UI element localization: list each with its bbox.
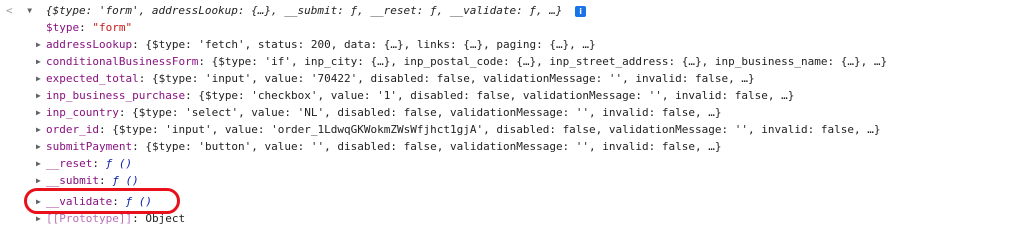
expand-triangle-right-icon[interactable]: ▶	[36, 53, 46, 70]
property-key: addressLookup	[46, 38, 133, 51]
expand-triangle-right-icon[interactable]: ▶	[36, 138, 46, 155]
tree-row-conditionalBusinessForm[interactable]: ▶ conditionalBusinessForm: {$type: 'if', …	[36, 53, 887, 70]
info-icon[interactable]: i	[575, 5, 587, 17]
tree-row-inp_country[interactable]: ▶ inp_country: {$type: 'select', value: '…	[36, 104, 722, 121]
object-summary: {$type: 'form', addressLookup: {…}, __su…	[45, 4, 563, 17]
expand-triangle-right-icon[interactable]: ▶	[36, 87, 46, 104]
console-result-icon: <	[6, 4, 13, 17]
tree-row-reset[interactable]: ▶ __reset: ƒ ()	[36, 155, 132, 172]
property-preview: : {$type: 'button', value: '', disabled:…	[132, 140, 722, 153]
property-preview: : {$type: 'input', value: 'order_1LdwqGK…	[98, 123, 881, 136]
property-preview: : {$type: 'select', value: 'NL', disable…	[118, 106, 722, 119]
type-property: $type: "form"	[46, 21, 133, 34]
function-value: ƒ ()	[112, 174, 139, 187]
tree-row-addressLookup[interactable]: ▶ addressLookup: {$type: 'fetch', status:…	[36, 36, 596, 53]
tree-row-expected_total[interactable]: ▶ expected_total: {$type: 'input', value:…	[36, 70, 755, 87]
highlight-annotation-ring	[24, 188, 180, 214]
expand-triangle-right-icon[interactable]: ▶	[36, 121, 46, 138]
function-key: __reset	[46, 157, 93, 170]
expand-triangle-right-icon[interactable]: ▶	[36, 104, 46, 121]
function-key: __submit	[46, 174, 99, 187]
property-key: expected_total	[46, 72, 139, 85]
tree-row-inp_business_purchase[interactable]: ▶ inp_business_purchase: {$type: 'checkbo…	[36, 87, 794, 104]
expand-triangle-right-icon[interactable]: ▶	[36, 70, 46, 87]
property-key: submitPayment	[46, 140, 133, 153]
object-summary-row[interactable]: < ▼ {$type: 'form', addressLookup: {…}, …	[6, 2, 587, 19]
expand-triangle-right-icon[interactable]: ▶	[36, 155, 46, 172]
expand-triangle-down-icon[interactable]: ▼	[27, 2, 37, 19]
property-preview: : {$type: 'checkbox', value: '1', disabl…	[185, 89, 795, 102]
property-key: conditionalBusinessForm	[46, 55, 199, 68]
tree-row-order_id[interactable]: ▶ order_id: {$type: 'input', value: 'orde…	[36, 121, 880, 138]
property-key: inp_country	[46, 106, 119, 119]
property-preview: : {$type: 'input', value: '70422', disab…	[138, 72, 755, 85]
property-key: inp_business_purchase	[46, 89, 186, 102]
expand-triangle-right-icon[interactable]: ▶	[36, 36, 46, 53]
property-preview: : {$type: 'fetch', status: 200, data: {……	[132, 38, 596, 51]
expand-triangle-right-icon[interactable]: ▶	[36, 172, 46, 189]
tree-row-submitPayment[interactable]: ▶ submitPayment: {$type: 'button', value:…	[36, 138, 722, 155]
property-key: order_id	[46, 123, 99, 136]
property-key: $type	[46, 21, 80, 34]
property-preview: : {$type: 'if', inp_city: {…}, inp_posta…	[198, 55, 888, 68]
property-value: "form"	[92, 21, 133, 34]
tree-row-submit[interactable]: ▶ __submit: ƒ ()	[36, 172, 139, 189]
function-value: ƒ ()	[105, 157, 133, 170]
